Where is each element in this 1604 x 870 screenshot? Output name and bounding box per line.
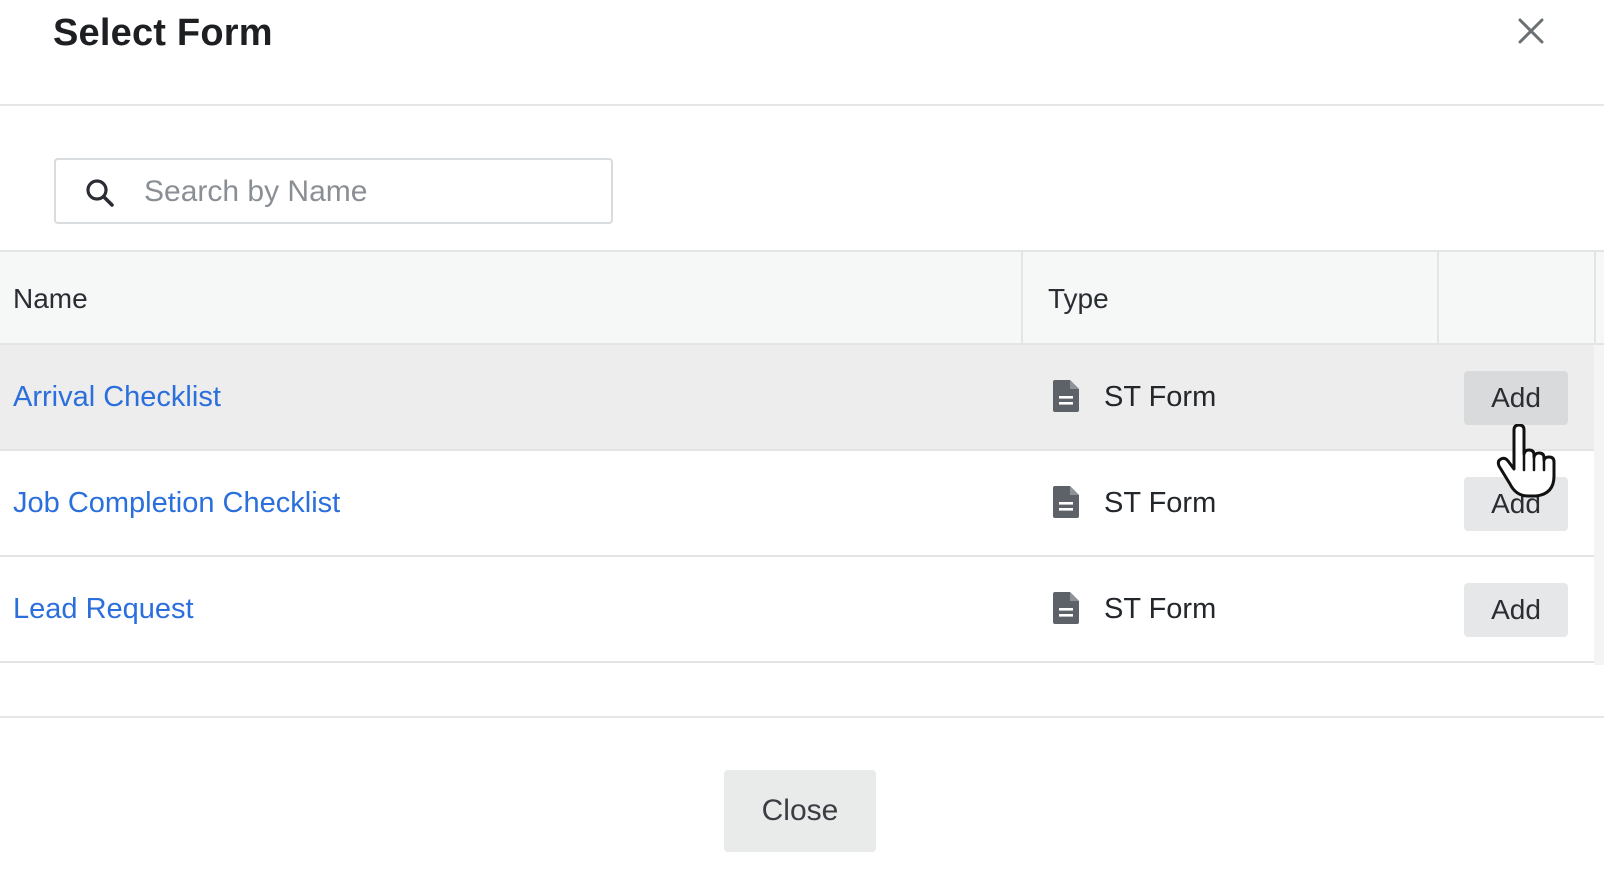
close-icon[interactable] (1514, 14, 1548, 48)
add-button[interactable]: Add (1464, 477, 1568, 531)
search-field[interactable] (54, 158, 613, 224)
table-header: Name Type (0, 250, 1604, 345)
form-name-link[interactable]: Arrival Checklist (13, 345, 221, 449)
dialog-footer: Close (0, 716, 1604, 870)
table-row[interactable]: Job Completion Checklist ST Form Add (0, 451, 1604, 557)
table-row[interactable]: Lead Request ST Form Add (0, 557, 1604, 663)
table-scrollbar[interactable] (1594, 345, 1604, 665)
form-name-link[interactable]: Job Completion Checklist (13, 451, 340, 555)
table-row[interactable]: Arrival Checklist ST Form Add (0, 345, 1604, 451)
column-header-name[interactable]: Name (13, 252, 88, 345)
dialog-header: Select Form (0, 0, 1604, 106)
document-icon (1053, 592, 1079, 624)
dialog-title: Select Form (53, 12, 273, 54)
column-divider (1437, 252, 1439, 345)
document-icon (1053, 486, 1079, 518)
column-divider (1021, 252, 1023, 345)
add-button[interactable]: Add (1464, 371, 1568, 425)
select-form-dialog: Select Form Name Type Arrival Checklist (0, 0, 1604, 870)
search-icon (86, 179, 114, 207)
forms-table: Name Type Arrival Checklist ST Form Add … (0, 250, 1604, 663)
form-type-label: ST Form (1104, 381, 1217, 413)
form-name-link[interactable]: Lead Request (13, 557, 194, 661)
add-button[interactable]: Add (1464, 583, 1568, 637)
search-input[interactable] (144, 170, 594, 214)
column-divider (1594, 252, 1596, 345)
document-icon (1053, 380, 1079, 412)
column-header-type[interactable]: Type (1048, 252, 1109, 345)
form-type-label: ST Form (1104, 487, 1217, 519)
form-type-label: ST Form (1104, 593, 1217, 625)
close-button[interactable]: Close (724, 770, 876, 852)
